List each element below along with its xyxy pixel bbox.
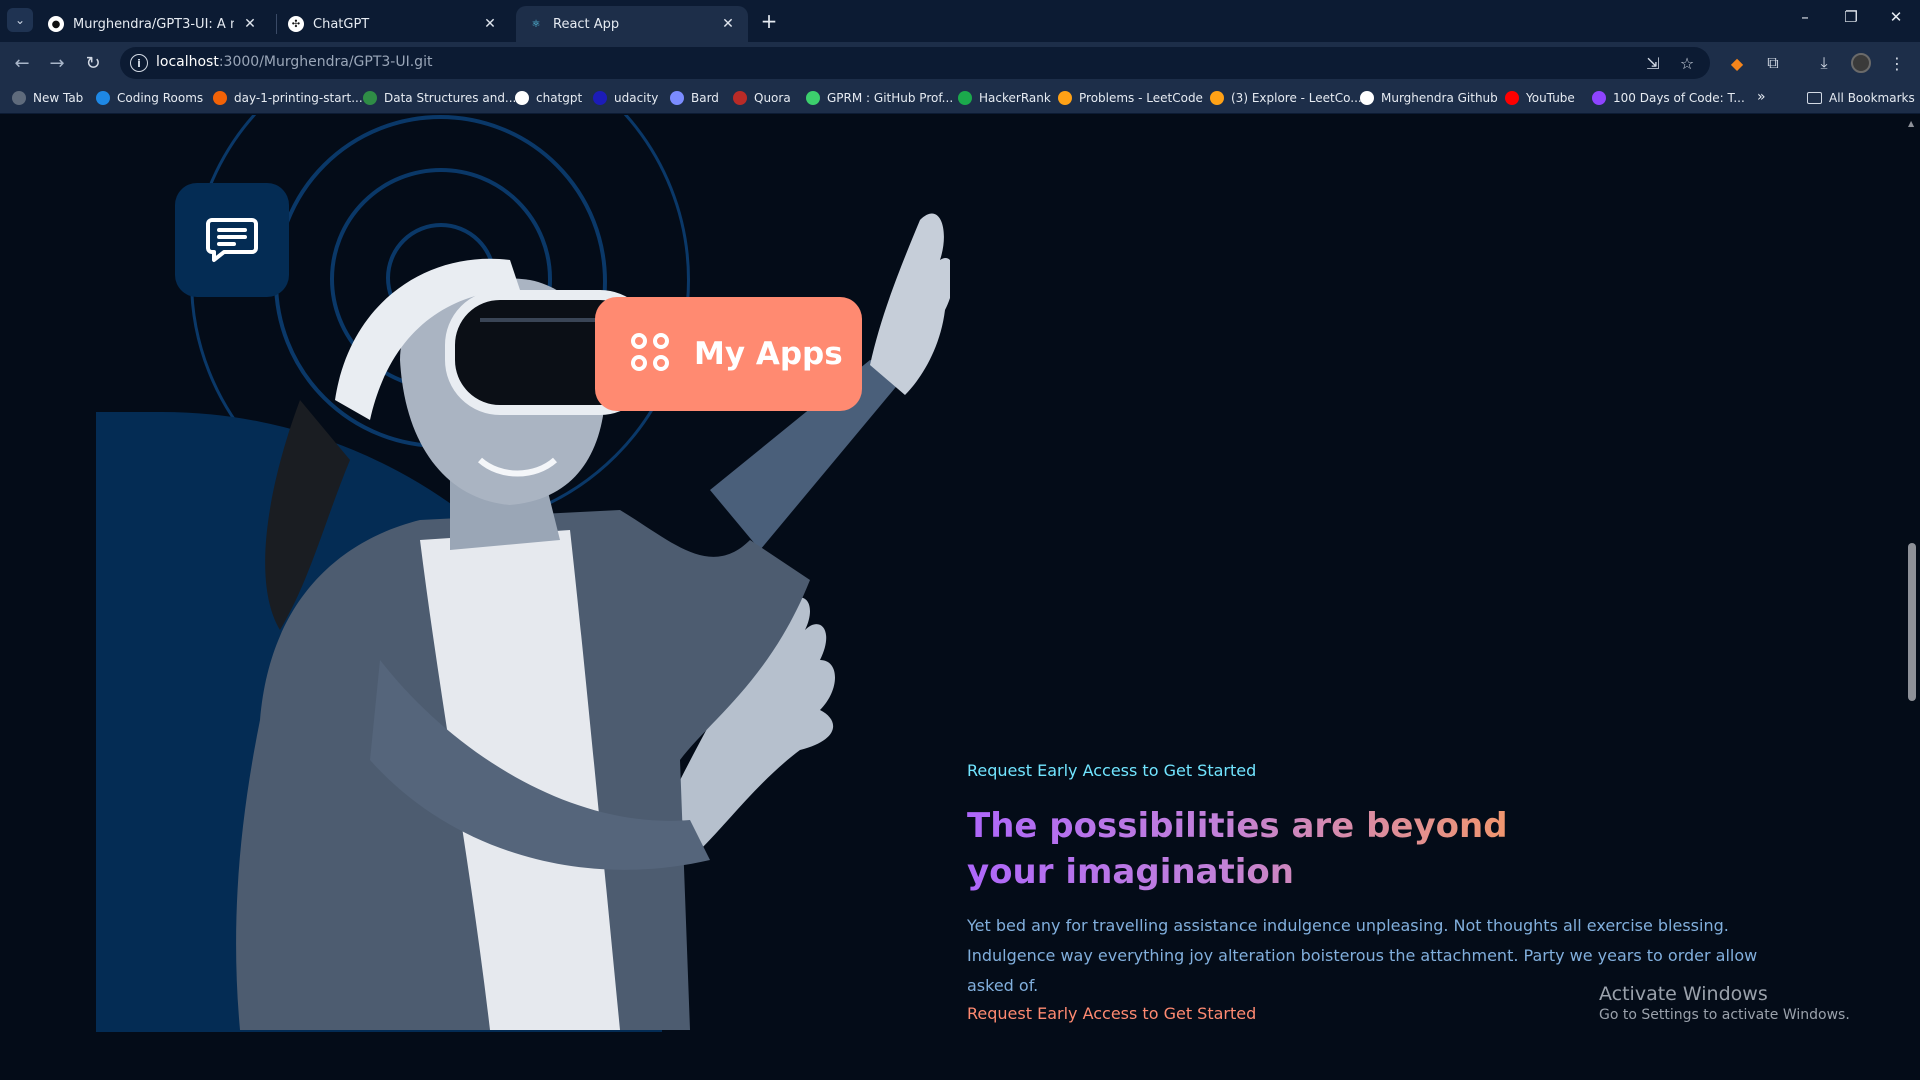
chat-bubble-card (175, 183, 289, 297)
bookmark-item[interactable]: 100 Days of Code: T... (1592, 91, 1745, 105)
bookmark-label: 100 Days of Code: T... (1613, 91, 1745, 105)
github-icon (1360, 91, 1374, 105)
tab-title: ChatGPT (313, 16, 370, 32)
site-info-icon[interactable]: i (130, 54, 148, 72)
globe-icon (12, 91, 26, 105)
bookmarks-bar: New Tab Coding Rooms day-1-printing-start.… (0, 84, 1920, 114)
tab-search-button[interactable]: ⌄ (7, 8, 33, 32)
close-window-button[interactable]: ✕ (1884, 8, 1908, 26)
reload-button[interactable]: ↻ (80, 50, 106, 76)
bookmark-label: chatgpt (536, 91, 583, 105)
scroll-up-arrow-icon[interactable]: ▲ (1908, 119, 1914, 128)
tab-title: React App (553, 16, 620, 32)
bookmark-label: HackerRank (979, 91, 1051, 105)
bookmark-label: udacity (614, 91, 659, 105)
tab-github[interactable]: ● Murghendra/GPT3-UI: A moder ✕ (36, 6, 270, 42)
forward-button[interactable]: → (44, 50, 70, 76)
bookmark-item[interactable]: Bard (670, 91, 719, 105)
tab-chatgpt[interactable]: ✣ ChatGPT ✕ (276, 6, 510, 42)
leetcode-icon (1058, 91, 1072, 105)
watermark-title: Activate Windows (1599, 983, 1768, 1005)
browser-toolbar: ← → ↻ i localhost:3000/Murghendra/GPT3-U… (0, 42, 1920, 84)
bookmark-item[interactable]: day-1-printing-start... (213, 91, 363, 105)
gfg-icon (363, 91, 377, 105)
bookmark-item[interactable]: Problems - LeetCode (1058, 91, 1203, 105)
bookmark-label: (3) Explore - LeetCo... (1231, 91, 1362, 105)
bookmark-label: Data Structures and... (384, 91, 517, 105)
bookmark-item[interactable]: New Tab (12, 91, 83, 105)
close-icon[interactable]: ✕ (720, 16, 736, 32)
bookmark-item[interactable]: (3) Explore - LeetCo... (1210, 91, 1362, 105)
url-text[interactable]: localhost:3000/Murghendra/GPT3-UI.git (156, 54, 432, 70)
bookmark-item[interactable]: GPRM : GitHub Prof... (806, 91, 953, 105)
hero-illustration: My Apps (0, 115, 950, 1050)
bookmark-star-icon[interactable]: ☆ (1676, 52, 1698, 74)
folder-icon (1807, 92, 1822, 104)
bookmark-item[interactable]: chatgpt (515, 91, 582, 105)
bookmark-label: New Tab (33, 91, 84, 105)
restore-button[interactable]: ❐ (1839, 8, 1863, 26)
chat-icon (206, 218, 258, 262)
tab-react-app[interactable]: ⚛ React App ✕ (516, 6, 748, 42)
install-app-icon[interactable]: ⇲ (1642, 52, 1664, 74)
profile-avatar[interactable] (1851, 53, 1871, 73)
apps-grid-icon (631, 333, 673, 375)
extensions-icon[interactable]: ⧉ (1761, 51, 1785, 75)
windows-activation-watermark: Activate Windows Go to Settings to activ… (1599, 983, 1850, 1023)
download-icon[interactable]: ⤓ (1812, 51, 1836, 75)
all-bookmarks-folder[interactable]: All Bookmarks (1807, 91, 1915, 105)
minimize-button[interactable]: – (1793, 8, 1817, 26)
request-access-link[interactable]: Request Early Access to Get Started (967, 1004, 1256, 1023)
bookmark-item[interactable]: YouTube (1505, 91, 1575, 105)
youtube-icon (1505, 91, 1519, 105)
replit-icon (213, 91, 227, 105)
tab-title: Murghendra/GPT3-UI: A moder (73, 16, 234, 32)
back-button[interactable]: ← (9, 50, 35, 76)
bookmark-label: day-1-printing-start... (234, 91, 363, 105)
hero-headline: The possibilities are beyond your imagin… (967, 803, 1527, 895)
openai-icon: ✣ (288, 16, 304, 32)
quora-icon (733, 91, 747, 105)
my-apps-card: My Apps (595, 297, 862, 411)
eyebrow-text: Request Early Access to Get Started (967, 761, 1257, 780)
bookmark-label: Bard (691, 91, 719, 105)
bookmark-label: Problems - LeetCode (1079, 91, 1203, 105)
coding-rooms-icon (96, 91, 110, 105)
github-icon: ● (48, 16, 64, 32)
all-bookmarks-label: All Bookmarks (1829, 91, 1915, 105)
address-bar[interactable]: i localhost:3000/Murghendra/GPT3-UI.git … (120, 47, 1710, 79)
my-apps-label: My Apps (694, 336, 843, 372)
bookmark-item[interactable]: Quora (733, 91, 791, 105)
leetcode-icon (1210, 91, 1224, 105)
close-icon[interactable]: ✕ (242, 16, 258, 32)
course-icon (1592, 91, 1606, 105)
metamask-extension-icon[interactable]: ◆ (1725, 51, 1749, 75)
scrollbar-thumb[interactable] (1908, 543, 1916, 701)
bard-icon (670, 91, 684, 105)
bookmark-label: Quora (754, 91, 791, 105)
menu-kebab-icon[interactable]: ⋮ (1885, 51, 1909, 75)
tab-strip: ⌄ ● Murghendra/GPT3-UI: A moder ✕ ✣ Chat… (0, 0, 1920, 42)
gprm-icon (806, 91, 820, 105)
bookmark-label: Coding Rooms (117, 91, 204, 105)
bookmark-item[interactable]: Murghendra Github (1360, 91, 1498, 105)
bookmark-item[interactable]: Data Structures and... (363, 91, 516, 105)
bookmark-item[interactable]: Coding Rooms (96, 91, 203, 105)
page-viewport: My Apps Request Early Access to Get Star… (0, 115, 1920, 1080)
hackerrank-icon (958, 91, 972, 105)
watermark-subtitle: Go to Settings to activate Windows. (1599, 1007, 1850, 1023)
new-tab-button[interactable]: + (758, 9, 780, 33)
bookmark-label: GPRM : GitHub Prof... (827, 91, 954, 105)
bookmark-label: Murghendra Github (1381, 91, 1498, 105)
react-icon: ⚛ (531, 18, 541, 30)
more-bookmarks-button[interactable]: » (1757, 89, 1766, 105)
udacity-icon (593, 91, 607, 105)
page-scrollbar[interactable]: ▲ (1904, 115, 1920, 1080)
bookmark-item[interactable]: udacity (593, 91, 658, 105)
bookmark-item[interactable]: HackerRank (958, 91, 1051, 105)
bookmark-label: YouTube (1526, 91, 1575, 105)
close-icon[interactable]: ✕ (482, 16, 498, 32)
openai-icon (515, 91, 529, 105)
